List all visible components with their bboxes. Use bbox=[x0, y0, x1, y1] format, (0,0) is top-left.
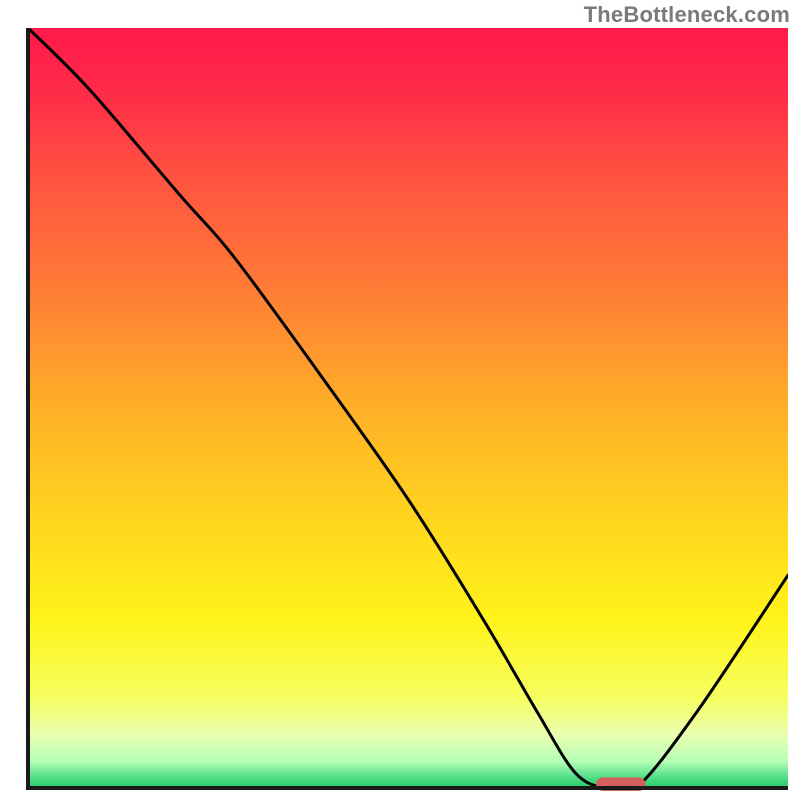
bottleneck-chart bbox=[0, 0, 800, 800]
chart-stage: TheBottleneck.com bbox=[0, 0, 800, 800]
plot-gradient-background bbox=[28, 28, 788, 788]
